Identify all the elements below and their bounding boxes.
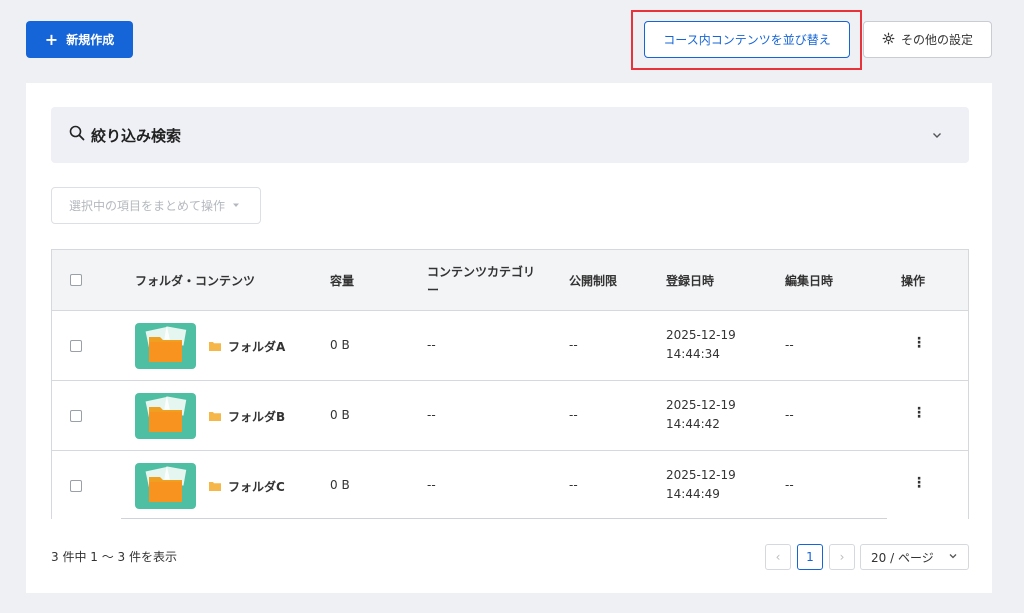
header-created: 登録日時 xyxy=(666,274,715,288)
row-checkbox[interactable] xyxy=(70,410,82,422)
select-all-checkbox[interactable] xyxy=(70,274,82,286)
create-new-label: 新規作成 xyxy=(66,33,115,47)
gear-icon xyxy=(882,32,895,48)
table-row[interactable]: フォルダC 0 B -- -- 2025-12-19 14:44:49 -- ⋮ xyxy=(52,451,968,519)
more-actions-icon[interactable]: ⋮ xyxy=(912,336,926,350)
chevron-left-icon: ‹ xyxy=(775,550,781,564)
publish-cell: -- xyxy=(569,408,578,422)
folder-name-label: フォルダA xyxy=(228,340,286,354)
created-date-cell: 2025-12-19 xyxy=(666,398,736,412)
page-number-button[interactable]: 1 xyxy=(797,544,823,570)
folder-thumbnail[interactable] xyxy=(135,463,196,509)
folder-name[interactable]: フォルダB xyxy=(209,408,285,425)
created-date-cell: 2025-12-19 xyxy=(666,468,736,482)
edited-cell: -- xyxy=(785,338,794,352)
header-name: フォルダ・コンテンツ xyxy=(135,274,256,288)
horizontal-scrollbar[interactable] xyxy=(121,518,887,519)
publish-cell: -- xyxy=(569,338,578,352)
sort-contents-label: コース内コンテンツを並び替え xyxy=(663,33,831,47)
folder-name[interactable]: フォルダC xyxy=(209,478,285,495)
chevron-right-icon: › xyxy=(839,550,845,564)
category-cell: -- xyxy=(427,478,436,492)
filter-search-label: 絞り込み検索 xyxy=(91,126,182,145)
plus-icon: + xyxy=(44,29,59,49)
size-cell: 0 B xyxy=(330,408,350,422)
category-cell: -- xyxy=(427,408,436,422)
page-size-label: 20 / ページ xyxy=(871,550,934,565)
edited-cell: -- xyxy=(785,408,794,422)
table-row[interactable]: フォルダA 0 B -- -- 2025-12-19 14:44:34 -- ⋮ xyxy=(52,311,968,381)
folder-icon xyxy=(209,340,221,354)
chevron-down-icon[interactable] xyxy=(931,126,943,145)
created-date-cell: 2025-12-19 xyxy=(666,328,736,342)
prev-page-button[interactable]: ‹ xyxy=(765,544,791,570)
sort-contents-button[interactable]: コース内コンテンツを並び替え xyxy=(644,21,850,58)
next-page-button[interactable]: › xyxy=(829,544,855,570)
folder-name[interactable]: フォルダA xyxy=(209,338,285,355)
row-checkbox[interactable] xyxy=(70,480,82,492)
content-card: 絞り込み検索 選択中の項目をまとめて操作 フォルダ・コンテンツ 容量 コンテンツ… xyxy=(26,83,992,593)
header-edited: 編集日時 xyxy=(785,274,834,288)
folder-thumbnail[interactable] xyxy=(135,323,196,369)
chevron-down-icon xyxy=(948,550,958,564)
filter-search-panel[interactable]: 絞り込み検索 xyxy=(51,107,969,163)
table-header: フォルダ・コンテンツ 容量 コンテンツカテゴリ ー 公開制限 登録日時 編集日時… xyxy=(52,250,968,311)
header-category-cont: ー xyxy=(427,283,440,297)
folder-icon xyxy=(209,480,221,494)
page-size-select[interactable]: 20 / ページ xyxy=(860,544,969,570)
bulk-action-dropdown[interactable]: 選択中の項目をまとめて操作 xyxy=(51,187,261,224)
folder-name-label: フォルダC xyxy=(228,480,285,494)
result-summary: 3 件中 1 ～ 3 件を表示 xyxy=(51,550,177,564)
bulk-action-label: 選択中の項目をまとめて操作 xyxy=(69,199,226,213)
header-publish: 公開制限 xyxy=(569,274,618,288)
publish-cell: -- xyxy=(569,478,578,492)
created-time-cell: 14:44:34 xyxy=(666,347,720,361)
caret-down-icon xyxy=(231,199,241,213)
header-size: 容量 xyxy=(330,274,355,288)
more-actions-icon[interactable]: ⋮ xyxy=(912,476,926,490)
more-actions-icon[interactable]: ⋮ xyxy=(912,406,926,420)
create-new-button[interactable]: + 新規作成 xyxy=(26,21,133,58)
edited-cell: -- xyxy=(785,478,794,492)
row-checkbox[interactable] xyxy=(70,340,82,352)
created-time-cell: 14:44:49 xyxy=(666,487,720,501)
contents-table: フォルダ・コンテンツ 容量 コンテンツカテゴリ ー 公開制限 登録日時 編集日時… xyxy=(51,249,969,519)
folder-name-label: フォルダB xyxy=(228,410,286,424)
header-actions: 操作 xyxy=(901,274,926,288)
search-icon xyxy=(69,125,85,145)
table-row[interactable]: フォルダB 0 B -- -- 2025-12-19 14:44:42 -- ⋮ xyxy=(52,381,968,451)
header-category: コンテンツカテゴリ xyxy=(427,265,536,279)
other-settings-label: その他の設定 xyxy=(900,33,973,47)
folder-thumbnail[interactable] xyxy=(135,393,196,439)
other-settings-button[interactable]: その他の設定 xyxy=(863,21,992,58)
folder-icon xyxy=(209,410,221,424)
category-cell: -- xyxy=(427,338,436,352)
created-time-cell: 14:44:42 xyxy=(666,417,720,431)
size-cell: 0 B xyxy=(330,478,350,492)
page-number-label: 1 xyxy=(806,550,814,564)
size-cell: 0 B xyxy=(330,338,350,352)
